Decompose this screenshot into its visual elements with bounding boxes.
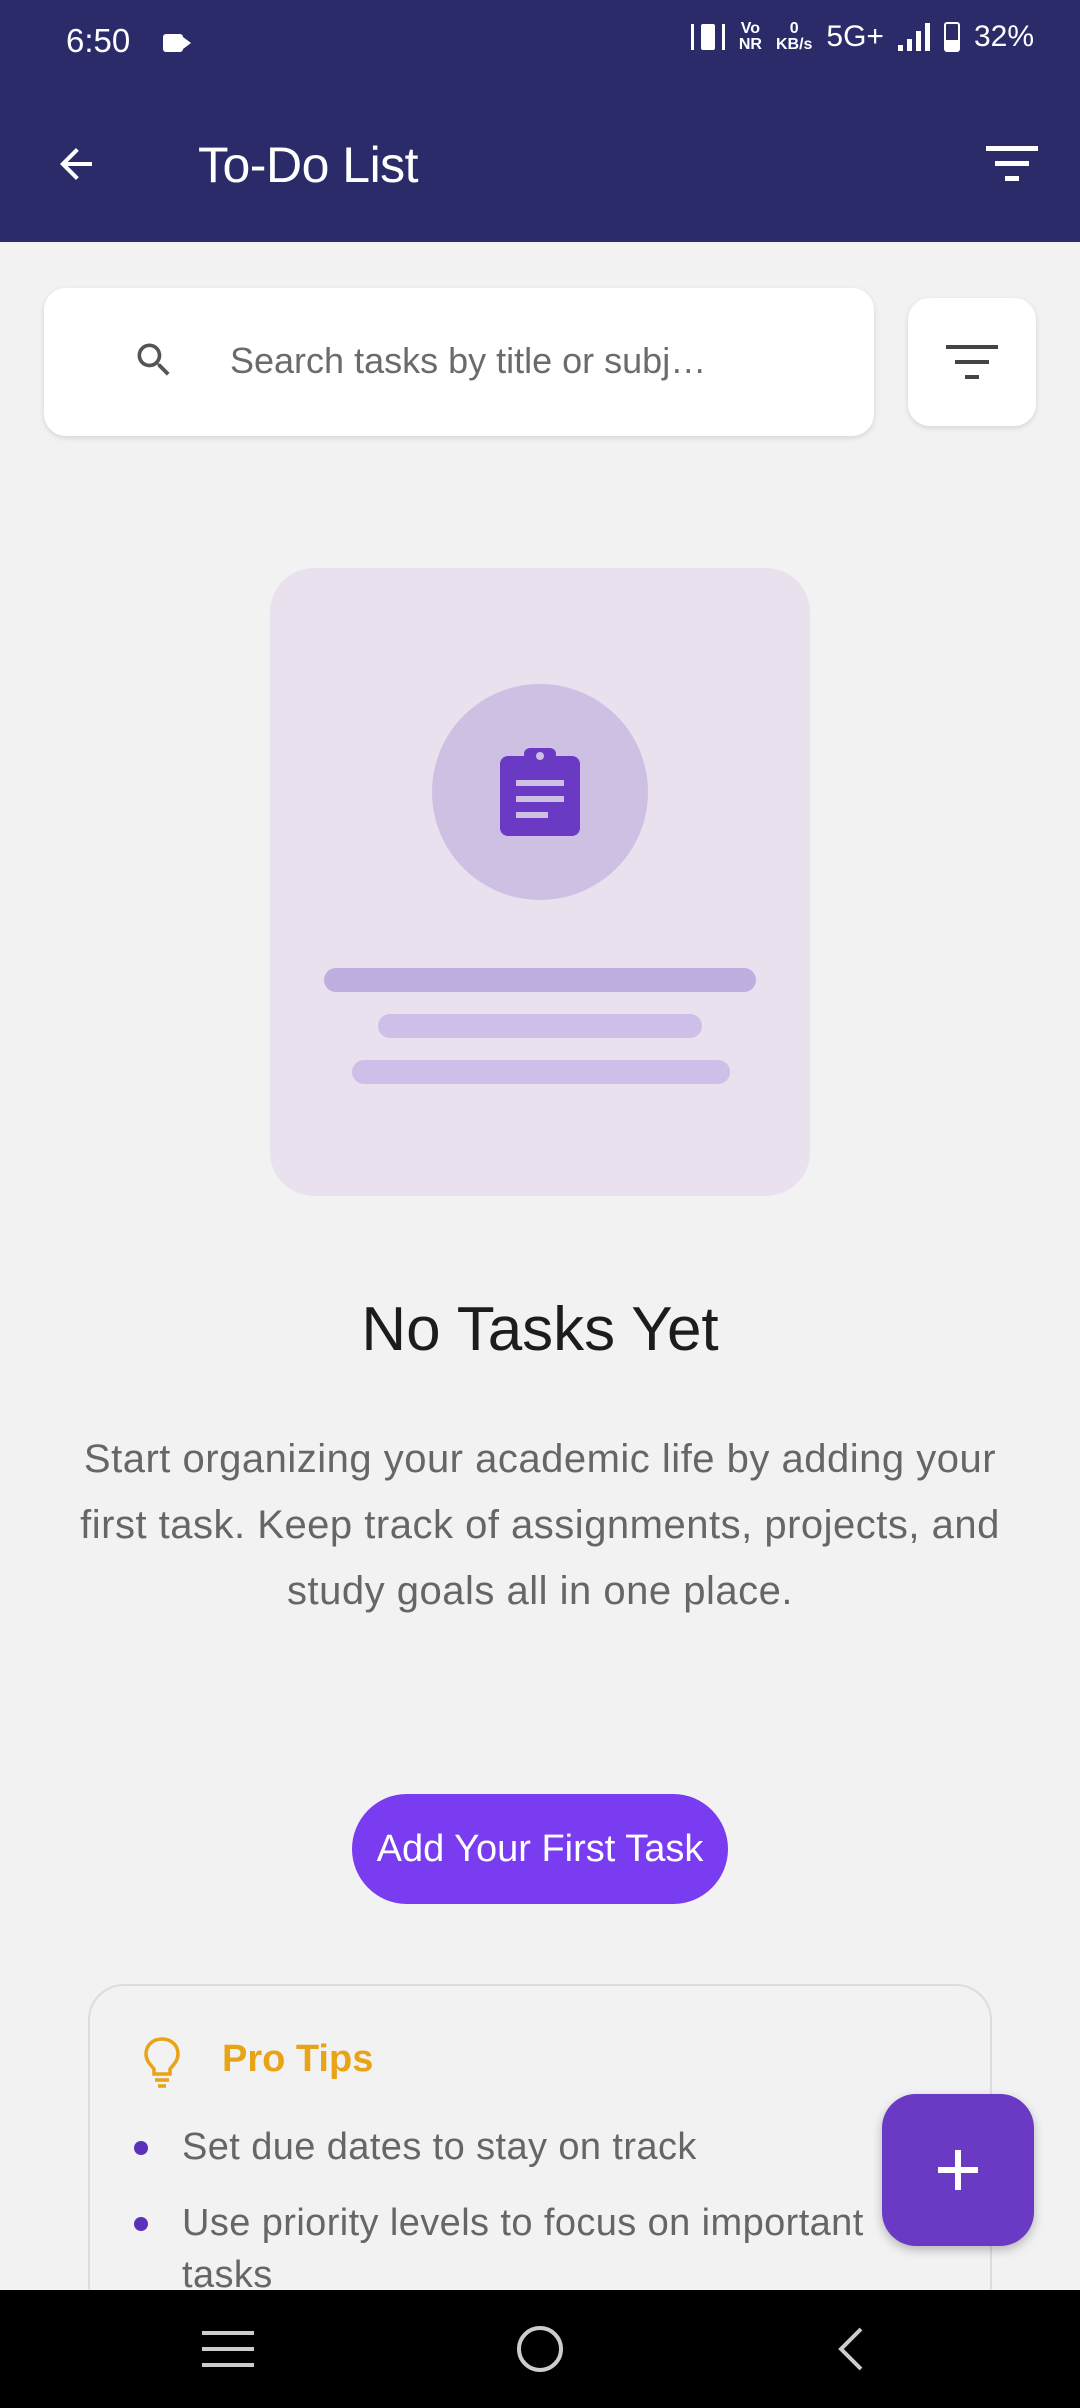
- page-title: To-Do List: [198, 137, 419, 193]
- vonr-indicator: Vo NR: [739, 21, 762, 53]
- home-icon: [517, 2326, 563, 2372]
- status-icons: Vo NR 0 KB/s 5G+ 32%: [690, 20, 1034, 54]
- tip-item: Use priority levels to focus on importan…: [134, 2202, 864, 2245]
- battery-icon: [943, 22, 960, 52]
- home-button[interactable]: [500, 2316, 580, 2382]
- clipboard-badge: [432, 684, 648, 900]
- plus-icon: [938, 2150, 978, 2190]
- signal-icon: [897, 23, 930, 51]
- bullet-icon: [134, 2216, 148, 2231]
- speed-value: 0: [789, 20, 799, 37]
- vonr-bottom: NR: [738, 36, 762, 53]
- speed-unit: KB/s: [775, 36, 813, 53]
- add-first-task-button[interactable]: Add Your First Task: [352, 1794, 728, 1904]
- back-nav-button[interactable]: [810, 2316, 890, 2382]
- search-icon: [137, 343, 170, 376]
- status-bar: 6:50 Vo NR 0 KB/s 5G+ 32%: [0, 0, 1080, 88]
- arrow-left-icon: [60, 148, 92, 180]
- search-input[interactable]: [230, 328, 830, 394]
- back-button[interactable]: [44, 132, 108, 196]
- network-speed: 0 KB/s: [776, 21, 812, 53]
- appbar-filter-button[interactable]: [980, 132, 1044, 196]
- placeholder-line: [324, 968, 756, 992]
- app-bar: To-Do List: [0, 88, 1080, 242]
- bullet-icon: [134, 2140, 148, 2155]
- recents-button[interactable]: [188, 2316, 268, 2382]
- status-time: 6:50: [66, 22, 131, 59]
- pro-tips-title: Pro Tips: [222, 2038, 374, 2080]
- lightbulb-icon: [144, 2037, 180, 2088]
- filter-button[interactable]: [908, 298, 1036, 426]
- empty-state-illustration: [270, 568, 810, 1196]
- recents-icon: [202, 2331, 254, 2367]
- placeholder-line: [378, 1014, 702, 1038]
- network-type: 5G+: [826, 20, 884, 53]
- filter-icon: [986, 146, 1038, 181]
- empty-state-title: No Tasks Yet: [361, 1295, 719, 1364]
- tip-text: Set due dates to stay on track: [182, 2126, 697, 2168]
- screen-record-icon: [163, 34, 191, 52]
- tip-item: Set due dates to stay on track: [134, 2126, 697, 2169]
- back-icon: [838, 2327, 863, 2371]
- clipboard-icon: [500, 748, 580, 836]
- system-nav-bar: [0, 2290, 1080, 2408]
- battery-level: 32%: [973, 20, 1034, 53]
- add-task-fab[interactable]: [882, 2094, 1034, 2246]
- vibrate-icon: [690, 24, 725, 50]
- empty-state-description: Start organizing your academic life by a…: [80, 1437, 1000, 1613]
- vonr-top: Vo: [740, 20, 761, 37]
- filter-icon: [946, 345, 998, 379]
- placeholder-line: [352, 1060, 730, 1084]
- search-bar[interactable]: [44, 288, 874, 436]
- tip-text: Use priority levels to focus on importan…: [182, 2202, 864, 2244]
